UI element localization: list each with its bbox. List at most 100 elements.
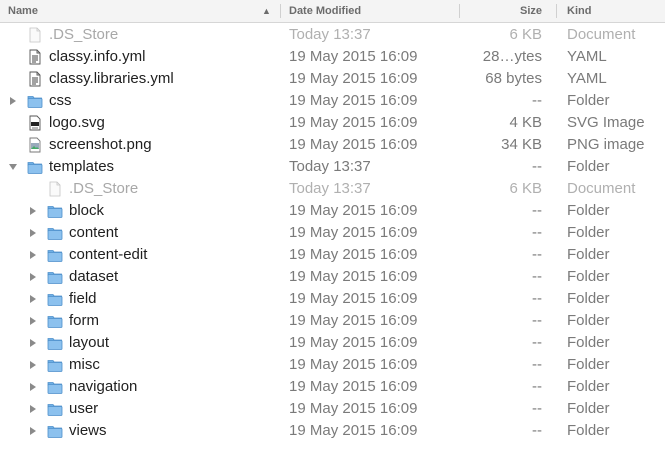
folder-row[interactable]: dataset 19 May 2015 16:09 -- Folder bbox=[0, 266, 665, 288]
file-kind: Folder bbox=[567, 224, 610, 241]
sort-ascending-icon[interactable]: ▲ bbox=[262, 0, 271, 22]
folder-icon bbox=[47, 313, 63, 329]
disclosure-collapsed-icon[interactable] bbox=[27, 244, 39, 266]
file-size: -- bbox=[532, 290, 542, 307]
file-size: 6 KB bbox=[509, 26, 542, 43]
date-modified: 19 May 2015 16:09 bbox=[289, 224, 418, 241]
column-divider[interactable] bbox=[556, 4, 557, 18]
file-size: -- bbox=[532, 334, 542, 351]
file-name: css bbox=[49, 92, 72, 109]
date-modified: 19 May 2015 16:09 bbox=[289, 312, 418, 329]
file-size: 28…ytes bbox=[482, 48, 542, 65]
file-list: .DS_Store Today 13:37 6 KB Document classy.i… bbox=[0, 24, 665, 442]
file-name: navigation bbox=[69, 378, 138, 395]
disclosure-collapsed-icon[interactable] bbox=[27, 332, 39, 354]
disclosure-expanded-icon[interactable] bbox=[7, 156, 19, 178]
date-modified: Today 13:37 bbox=[289, 26, 371, 43]
file-kind: Document bbox=[567, 180, 636, 197]
folder-row[interactable]: layout 19 May 2015 16:09 -- Folder bbox=[0, 332, 665, 354]
folder-row[interactable]: user 19 May 2015 16:09 -- Folder bbox=[0, 398, 665, 420]
folder-row[interactable]: misc 19 May 2015 16:09 -- Folder bbox=[0, 354, 665, 376]
size-column-label: Size bbox=[519, 5, 542, 17]
file-size: -- bbox=[532, 224, 542, 241]
file-kind: Document bbox=[567, 26, 636, 43]
file-name: dataset bbox=[69, 268, 119, 285]
file-row[interactable]: .DS_Store Today 13:37 6 KB Document bbox=[0, 178, 665, 200]
file-row[interactable]: classy.info.yml 19 May 2015 16:09 28…ytes Y… bbox=[0, 46, 665, 68]
date-modified: Today 13:37 bbox=[289, 158, 371, 175]
file-size: -- bbox=[532, 400, 542, 417]
file-size: 34 KB bbox=[501, 136, 542, 153]
date-modified: 19 May 2015 16:09 bbox=[289, 48, 418, 65]
disclosure-collapsed-icon[interactable] bbox=[7, 90, 19, 112]
file-name: user bbox=[69, 400, 99, 417]
file-size: 68 bytes bbox=[485, 70, 542, 87]
file-name: field bbox=[69, 290, 97, 307]
folder-row[interactable]: form 19 May 2015 16:09 -- Folder bbox=[0, 310, 665, 332]
file-name: screenshot.png bbox=[49, 136, 152, 153]
disclosure-collapsed-icon[interactable] bbox=[27, 398, 39, 420]
disclosure-collapsed-icon[interactable] bbox=[27, 288, 39, 310]
file-row[interactable]: screenshot.png 19 May 2015 16:09 34 KB PNG … bbox=[0, 134, 665, 156]
folder-icon bbox=[47, 247, 63, 263]
file-name: form bbox=[69, 312, 99, 329]
file-kind: SVG Image bbox=[567, 114, 645, 131]
disclosure-collapsed-icon[interactable] bbox=[27, 354, 39, 376]
folder-row[interactable]: content 19 May 2015 16:09 -- Folder bbox=[0, 222, 665, 244]
folder-icon bbox=[27, 93, 43, 109]
file-row[interactable]: .DS_Store Today 13:37 6 KB Document bbox=[0, 24, 665, 46]
folder-row[interactable]: templates Today 13:37 -- Folder bbox=[0, 156, 665, 178]
file-kind: Folder bbox=[567, 356, 610, 373]
file-name: logo.svg bbox=[49, 114, 105, 131]
file-size: -- bbox=[532, 356, 542, 373]
folder-row[interactable]: views 19 May 2015 16:09 -- Folder bbox=[0, 420, 665, 442]
file-kind: Folder bbox=[567, 378, 610, 395]
file-row[interactable]: classy.libraries.yml 19 May 2015 16:09 68 … bbox=[0, 68, 665, 90]
folder-row[interactable]: field 19 May 2015 16:09 -- Folder bbox=[0, 288, 665, 310]
file-name: .DS_Store bbox=[49, 26, 119, 43]
file-name: content-edit bbox=[69, 246, 148, 263]
folder-row[interactable]: css 19 May 2015 16:09 -- Folder bbox=[0, 90, 665, 112]
folder-icon bbox=[47, 291, 63, 307]
size-column-header[interactable]: Size bbox=[459, 0, 542, 22]
file-name: classy.libraries.yml bbox=[49, 70, 174, 87]
disclosure-collapsed-icon[interactable] bbox=[27, 310, 39, 332]
disclosure-collapsed-icon[interactable] bbox=[27, 376, 39, 398]
date-modified: 19 May 2015 16:09 bbox=[289, 334, 418, 351]
file-size: -- bbox=[532, 422, 542, 439]
file-kind: Folder bbox=[567, 290, 610, 307]
disclosure-collapsed-icon[interactable] bbox=[27, 266, 39, 288]
disclosure-collapsed-icon[interactable] bbox=[27, 222, 39, 244]
folder-icon bbox=[47, 225, 63, 241]
folder-row[interactable]: block 19 May 2015 16:09 -- Folder bbox=[0, 200, 665, 222]
file-name: views bbox=[69, 422, 107, 439]
kind-column-header[interactable]: Kind bbox=[567, 0, 662, 22]
folder-icon bbox=[47, 269, 63, 285]
name-column-header[interactable]: Name bbox=[8, 0, 278, 22]
folder-row[interactable]: content-edit 19 May 2015 16:09 -- Folder bbox=[0, 244, 665, 266]
file-kind: YAML bbox=[567, 70, 607, 87]
text-file-icon bbox=[27, 71, 43, 87]
folder-icon bbox=[47, 357, 63, 373]
document-icon bbox=[47, 181, 63, 197]
file-name: .DS_Store bbox=[69, 180, 139, 197]
date-modified: 19 May 2015 16:09 bbox=[289, 356, 418, 373]
file-size: -- bbox=[532, 158, 542, 175]
file-size: -- bbox=[532, 268, 542, 285]
svg-file-icon bbox=[27, 115, 43, 131]
column-divider[interactable] bbox=[280, 4, 281, 18]
folder-row[interactable]: navigation 19 May 2015 16:09 -- Folder bbox=[0, 376, 665, 398]
date-modified: 19 May 2015 16:09 bbox=[289, 70, 418, 87]
file-kind: PNG image bbox=[567, 136, 645, 153]
file-size: -- bbox=[532, 246, 542, 263]
file-size: -- bbox=[532, 312, 542, 329]
disclosure-collapsed-icon[interactable] bbox=[27, 200, 39, 222]
file-row[interactable]: logo.svg 19 May 2015 16:09 4 KB SVG Image bbox=[0, 112, 665, 134]
file-name: templates bbox=[49, 158, 115, 175]
date-modified: 19 May 2015 16:09 bbox=[289, 290, 418, 307]
file-kind: Folder bbox=[567, 202, 610, 219]
date-modified: 19 May 2015 16:09 bbox=[289, 246, 418, 263]
date-modified-column-header[interactable]: Date Modified bbox=[289, 0, 449, 22]
disclosure-collapsed-icon[interactable] bbox=[27, 420, 39, 442]
file-size: 4 KB bbox=[509, 114, 542, 131]
